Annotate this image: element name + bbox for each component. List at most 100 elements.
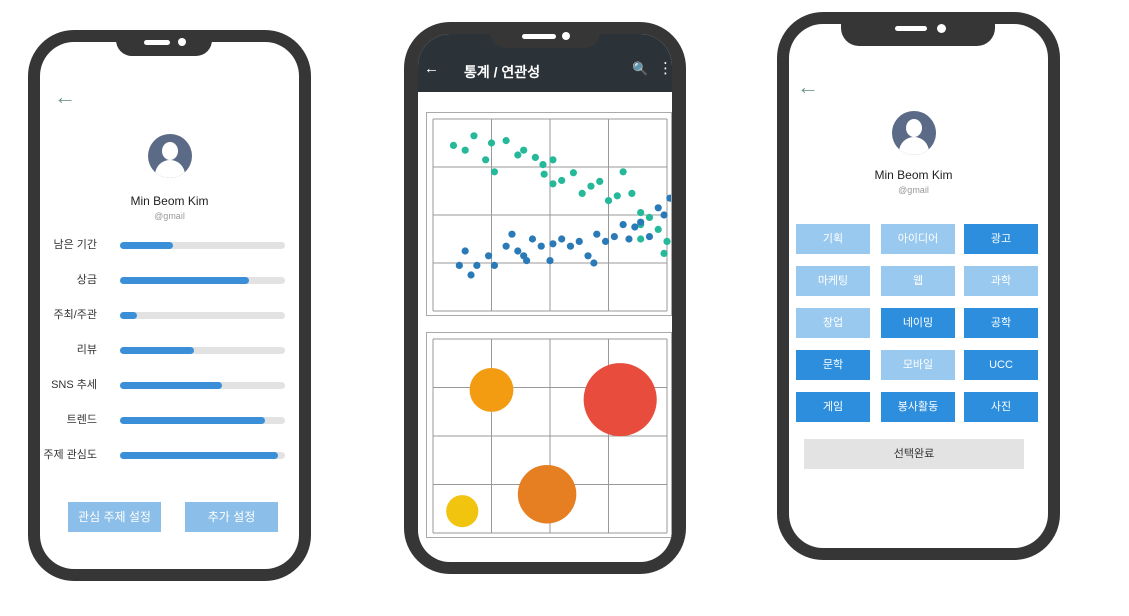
user-name: Min Beom Kim <box>130 194 209 208</box>
metric-progress-bar <box>120 312 285 319</box>
scatter-point <box>660 211 668 219</box>
phone-notch <box>116 30 212 56</box>
scatter-point <box>619 168 627 176</box>
phone-mockup-statistics: ← 통계 / 연관성 🔍 ⋮ <box>404 22 686 574</box>
metric-label: 트렌드 <box>66 414 97 426</box>
scatter-point <box>455 261 463 269</box>
metric-row: 주최/주관 <box>40 308 299 322</box>
more-menu-icon[interactable]: ⋮ <box>658 60 672 78</box>
metric-row: 트렌드 <box>40 413 299 427</box>
metric-label: SNS 추세 <box>51 379 97 391</box>
scatter-point <box>645 233 654 241</box>
topic-tag[interactable]: 기획 <box>796 224 870 254</box>
scatter-point <box>482 156 490 164</box>
scatter-point <box>461 146 469 154</box>
topic-tag[interactable]: 문학 <box>796 350 870 380</box>
scatter-point <box>531 153 539 161</box>
topic-tag[interactable]: 마케팅 <box>796 266 870 296</box>
scatter-point <box>473 261 481 269</box>
scatter-point <box>546 257 554 265</box>
scatter-point <box>502 242 510 250</box>
scatter-point <box>502 137 510 145</box>
scatter-point <box>470 132 478 140</box>
metric-progress-bar <box>120 347 285 354</box>
scatter-point <box>487 139 496 147</box>
back-arrow-icon[interactable]: ← <box>54 86 76 108</box>
topic-tag[interactable]: 아이디어 <box>881 224 955 254</box>
scatter-chart <box>426 112 672 316</box>
statistics-screen: ← 통계 / 연관성 🔍 ⋮ <box>418 34 672 562</box>
topic-tag[interactable]: 광고 <box>964 224 1038 254</box>
scatter-point <box>587 182 595 190</box>
page-title: 통계 / 연관성 <box>464 64 541 80</box>
extra-settings-button[interactable]: 추가 설정 <box>185 502 278 532</box>
profile-screen: ← Min Beom Kim @gmail 남은 기간 상금 주최/주관 리뷰 SNS … <box>40 42 299 569</box>
search-icon[interactable]: 🔍 <box>632 60 648 78</box>
metric-progress-bar <box>120 452 285 459</box>
metric-progress-bar <box>120 242 285 249</box>
metric-progress-fill <box>120 347 195 354</box>
scatter-point <box>566 242 575 250</box>
topic-tag[interactable]: 창업 <box>796 308 870 338</box>
scatter-point <box>610 233 618 241</box>
topic-tag[interactable]: 과학 <box>964 266 1038 296</box>
user-email: @gmail <box>154 211 185 221</box>
bubble-point <box>469 367 514 412</box>
scatter-point <box>461 247 469 255</box>
metric-row: 상금 <box>40 273 299 287</box>
scatter-point <box>490 168 499 176</box>
scatter-point <box>654 204 662 212</box>
scatter-point <box>520 146 528 154</box>
scatter-point <box>539 161 547 169</box>
scatter-point <box>613 192 621 200</box>
bubble-point <box>446 495 479 528</box>
selection-done-button[interactable]: 선택완료 <box>804 439 1024 469</box>
scatter-point <box>660 249 668 257</box>
scatter-point <box>663 237 671 245</box>
interest-topic-button[interactable]: 관심 주제 설정 <box>68 502 161 532</box>
topic-tag[interactable]: 웹 <box>881 266 955 296</box>
scatter-point <box>645 213 654 221</box>
scatter-point <box>575 237 583 245</box>
scatter-point <box>523 257 531 265</box>
metric-label: 주제 관심도 <box>43 449 97 461</box>
back-arrow-icon[interactable]: ← <box>797 76 819 98</box>
metric-row: 남은 기간 <box>40 238 299 252</box>
scatter-point <box>631 223 639 231</box>
scatter-point <box>590 259 598 267</box>
scatter-point <box>449 141 458 149</box>
topic-tag[interactable]: 모바일 <box>881 350 955 380</box>
scatter-point <box>619 221 627 229</box>
topic-tag[interactable]: 공학 <box>964 308 1038 338</box>
user-email: @gmail <box>898 185 929 195</box>
topic-tag[interactable]: 봉사활동 <box>881 392 955 422</box>
scatter-point <box>514 151 522 159</box>
bubble-chart <box>426 332 672 538</box>
scatter-point <box>584 252 592 260</box>
scatter-point <box>514 247 522 255</box>
phone-mockup-profile: ← Min Beom Kim @gmail 남은 기간 상금 주최/주관 리뷰 SNS … <box>28 30 311 581</box>
topic-tag[interactable]: 사진 <box>964 392 1038 422</box>
speaker-icon <box>144 40 170 45</box>
back-arrow-icon[interactable]: ← <box>424 60 439 78</box>
scatter-point <box>484 252 493 260</box>
metric-row: 주제 관심도 <box>40 448 299 462</box>
scatter-point <box>637 209 645 217</box>
scatter-point <box>558 235 566 243</box>
scatter-point <box>578 189 586 197</box>
metric-progress-fill <box>120 382 223 389</box>
metric-row: SNS 추세 <box>40 378 299 392</box>
phone-notch <box>490 22 600 48</box>
speaker-icon <box>522 34 556 39</box>
topic-tag[interactable]: 게임 <box>796 392 870 422</box>
scatter-point <box>628 189 636 197</box>
scatter-point <box>637 235 645 243</box>
scatter-point <box>593 230 601 238</box>
scatter-point <box>508 230 516 238</box>
scatter-point <box>490 261 499 269</box>
topic-tag[interactable]: UCC <box>964 350 1038 380</box>
avatar <box>892 111 936 155</box>
scatter-point <box>569 169 577 177</box>
phone-mockup-topic-select: ← Min Beom Kim @gmail 기획 아이디어 광고 마케팅 웹 과학 창업 네이… <box>777 12 1060 560</box>
topic-tag[interactable]: 네이밍 <box>881 308 955 338</box>
